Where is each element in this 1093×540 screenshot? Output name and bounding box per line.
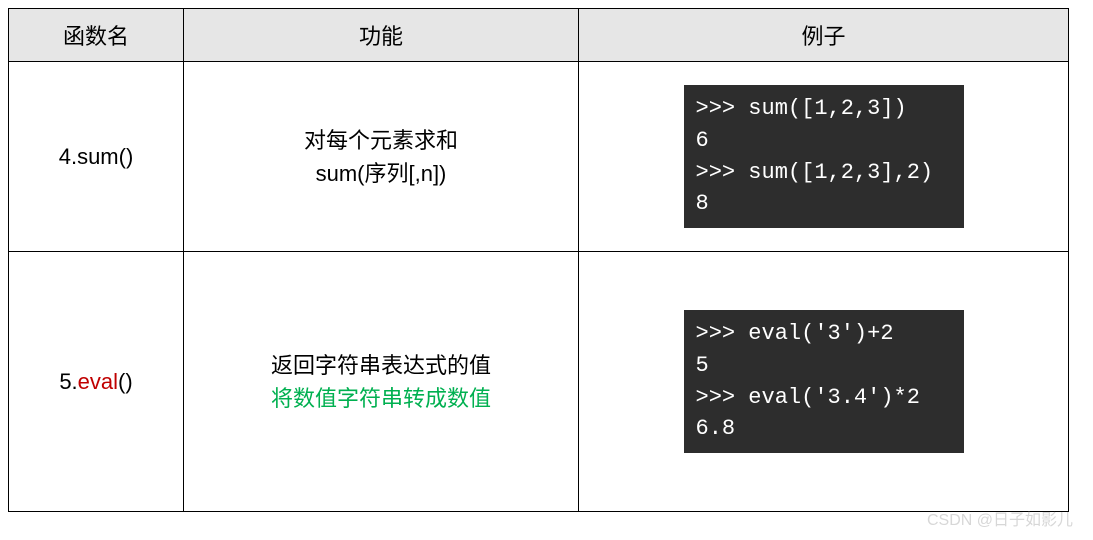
- fn-number: 4.: [59, 144, 77, 169]
- code-block: >>> sum([1,2,3]) 6 >>> sum([1,2,3],2) 8: [684, 85, 964, 229]
- cell-fn-name: 4.sum(): [9, 62, 184, 252]
- function-table: 函数名 功能 例子 4.sum() 对每个元素求和 sum(序列[,n]) >>…: [8, 8, 1069, 512]
- code-line: 5: [696, 350, 952, 382]
- fn-name: sum: [77, 144, 119, 169]
- code-line: 8: [696, 188, 952, 220]
- code-line: >>> sum([1,2,3],2): [696, 157, 952, 189]
- fn-number: 5.: [59, 369, 77, 394]
- desc-line: sum(序列[,n]): [204, 157, 558, 190]
- cell-fn-name: 5.eval(): [9, 252, 184, 512]
- desc-line: 返回字符串表达式的值: [204, 349, 558, 382]
- header-name: 函数名: [9, 9, 184, 62]
- header-func: 功能: [184, 9, 579, 62]
- code-block: >>> eval('3')+2 5 >>> eval('3.4')*2 6.8: [684, 310, 964, 454]
- table-header-row: 函数名 功能 例子: [9, 9, 1069, 62]
- desc-line: 对每个元素求和: [204, 124, 558, 157]
- cell-fn-desc: 对每个元素求和 sum(序列[,n]): [184, 62, 579, 252]
- code-line: 6: [696, 125, 952, 157]
- code-line: >>> eval('3.4')*2: [696, 382, 952, 414]
- code-line: >>> eval('3')+2: [696, 318, 952, 350]
- fn-paren: (): [118, 369, 133, 394]
- table-row: 4.sum() 对每个元素求和 sum(序列[,n]) >>> sum([1,2…: [9, 62, 1069, 252]
- table-row: 5.eval() 返回字符串表达式的值 将数值字符串转成数值 >>> eval(…: [9, 252, 1069, 512]
- fn-paren: (): [119, 144, 134, 169]
- code-line: >>> sum([1,2,3]): [696, 93, 952, 125]
- cell-fn-example: >>> eval('3')+2 5 >>> eval('3.4')*2 6.8: [579, 252, 1069, 512]
- cell-fn-example: >>> sum([1,2,3]) 6 >>> sum([1,2,3],2) 8: [579, 62, 1069, 252]
- fn-name: eval: [78, 369, 118, 394]
- cell-fn-desc: 返回字符串表达式的值 将数值字符串转成数值: [184, 252, 579, 512]
- code-line: 6.8: [696, 413, 952, 445]
- header-example: 例子: [579, 9, 1069, 62]
- desc-line: 将数值字符串转成数值: [204, 382, 558, 415]
